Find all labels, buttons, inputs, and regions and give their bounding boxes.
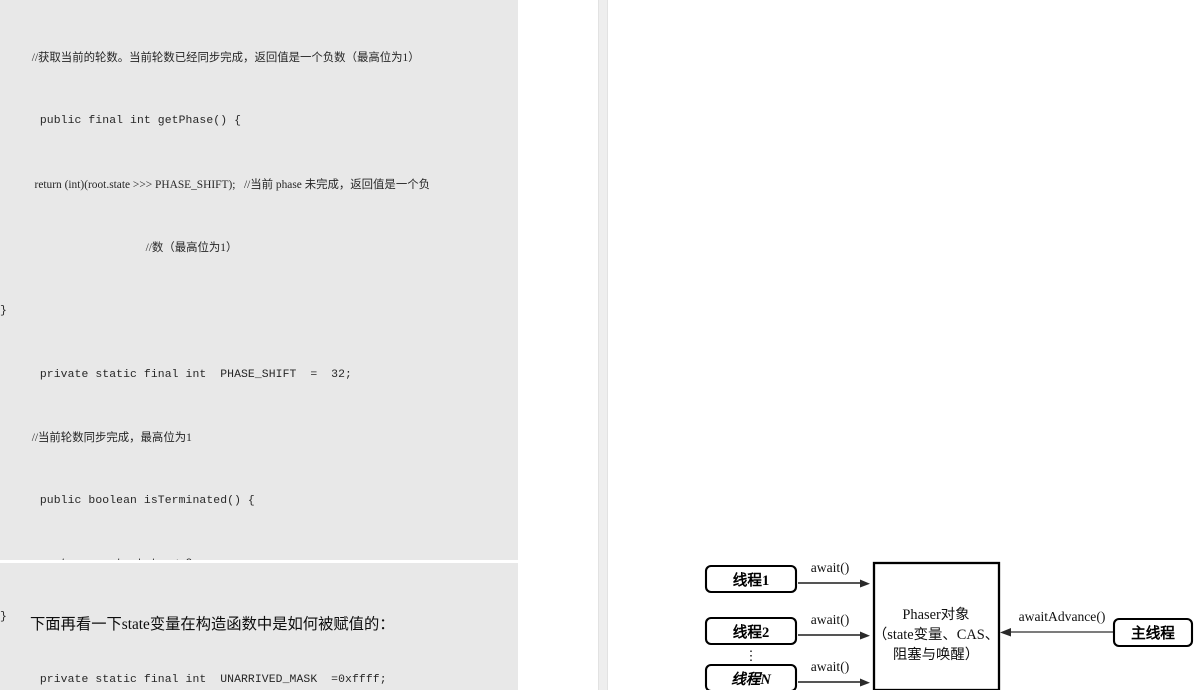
thread-box-2-label: 线程2 [733, 623, 770, 641]
arrow-label-1: await() [811, 560, 850, 576]
code-line: private static final int PHASE_SHIFT = 3… [26, 368, 352, 381]
page-gutter-divider [598, 0, 608, 690]
left-paragraph-intro: 下面再看一下state变量在构造函数中是如何被赋值的： [30, 616, 395, 633]
arrow-label-main: awaitAdvance() [1019, 609, 1106, 625]
book-page-spread: //获取当前的轮数。当前轮数已经同步完成，返回值是一个负数（最高位为1） pub… [0, 0, 1203, 690]
arrow-head-1 [860, 579, 870, 588]
thread-box-1-label: 线程1 [733, 571, 770, 589]
arrow-head-n [860, 678, 870, 687]
arrow-label-2: await() [811, 612, 850, 628]
code-line: } [0, 305, 7, 318]
main-thread-box-label: 主线程 [1131, 624, 1175, 642]
phaser-object-box: Phaser对象 （state变量、CAS、 阻塞与唤醒） [873, 561, 1001, 690]
phaser-box-line1: Phaser对象 [902, 606, 969, 623]
vertical-ellipsis: ⋮ [744, 648, 758, 663]
thread-box-n: 线程N [704, 663, 798, 690]
code-line: public final int getPhase() { [26, 115, 242, 128]
code-line: return (int)(root.state >>> PHASE_SHIFT)… [26, 178, 430, 191]
code-line: //获取当前的轮数。当前轮数已经同步完成，返回值是一个负数（最高位为1） [26, 52, 420, 65]
thread-box-2: 线程2 [704, 616, 798, 646]
arrow-head-2 [860, 631, 870, 640]
phaser-box-line2: （state变量、CAS、 [873, 626, 999, 643]
code-line: public boolean isTerminated() { [26, 495, 255, 508]
left-page-column: //获取当前的轮数。当前轮数已经同步完成，返回值是一个负数（最高位为1） pub… [0, 0, 598, 690]
code-line: //当前轮数同步完成，最高位为1 [26, 431, 192, 444]
figure-4-10-svg: 线程1 await() 线程2 await() ⋮ 线程N await() Ph… [704, 560, 1194, 690]
thread-box-n-label: 线程N [731, 671, 771, 688]
code-line: //数（最高位为1） [26, 242, 238, 255]
thread-box-1: 线程1 [704, 564, 798, 594]
main-thread-box: 主线程 [1112, 617, 1194, 648]
phaser-box-line3: 阻塞与唤醒） [893, 645, 979, 663]
figure-4-10: 线程1 await() 线程2 await() ⋮ 线程N await() Ph… [694, 553, 1203, 690]
arrow-head-main [1000, 628, 1011, 637]
code-line: private static final int UNARRIVED_MASK … [26, 674, 387, 687]
arrow-label-n: await() [811, 659, 850, 675]
